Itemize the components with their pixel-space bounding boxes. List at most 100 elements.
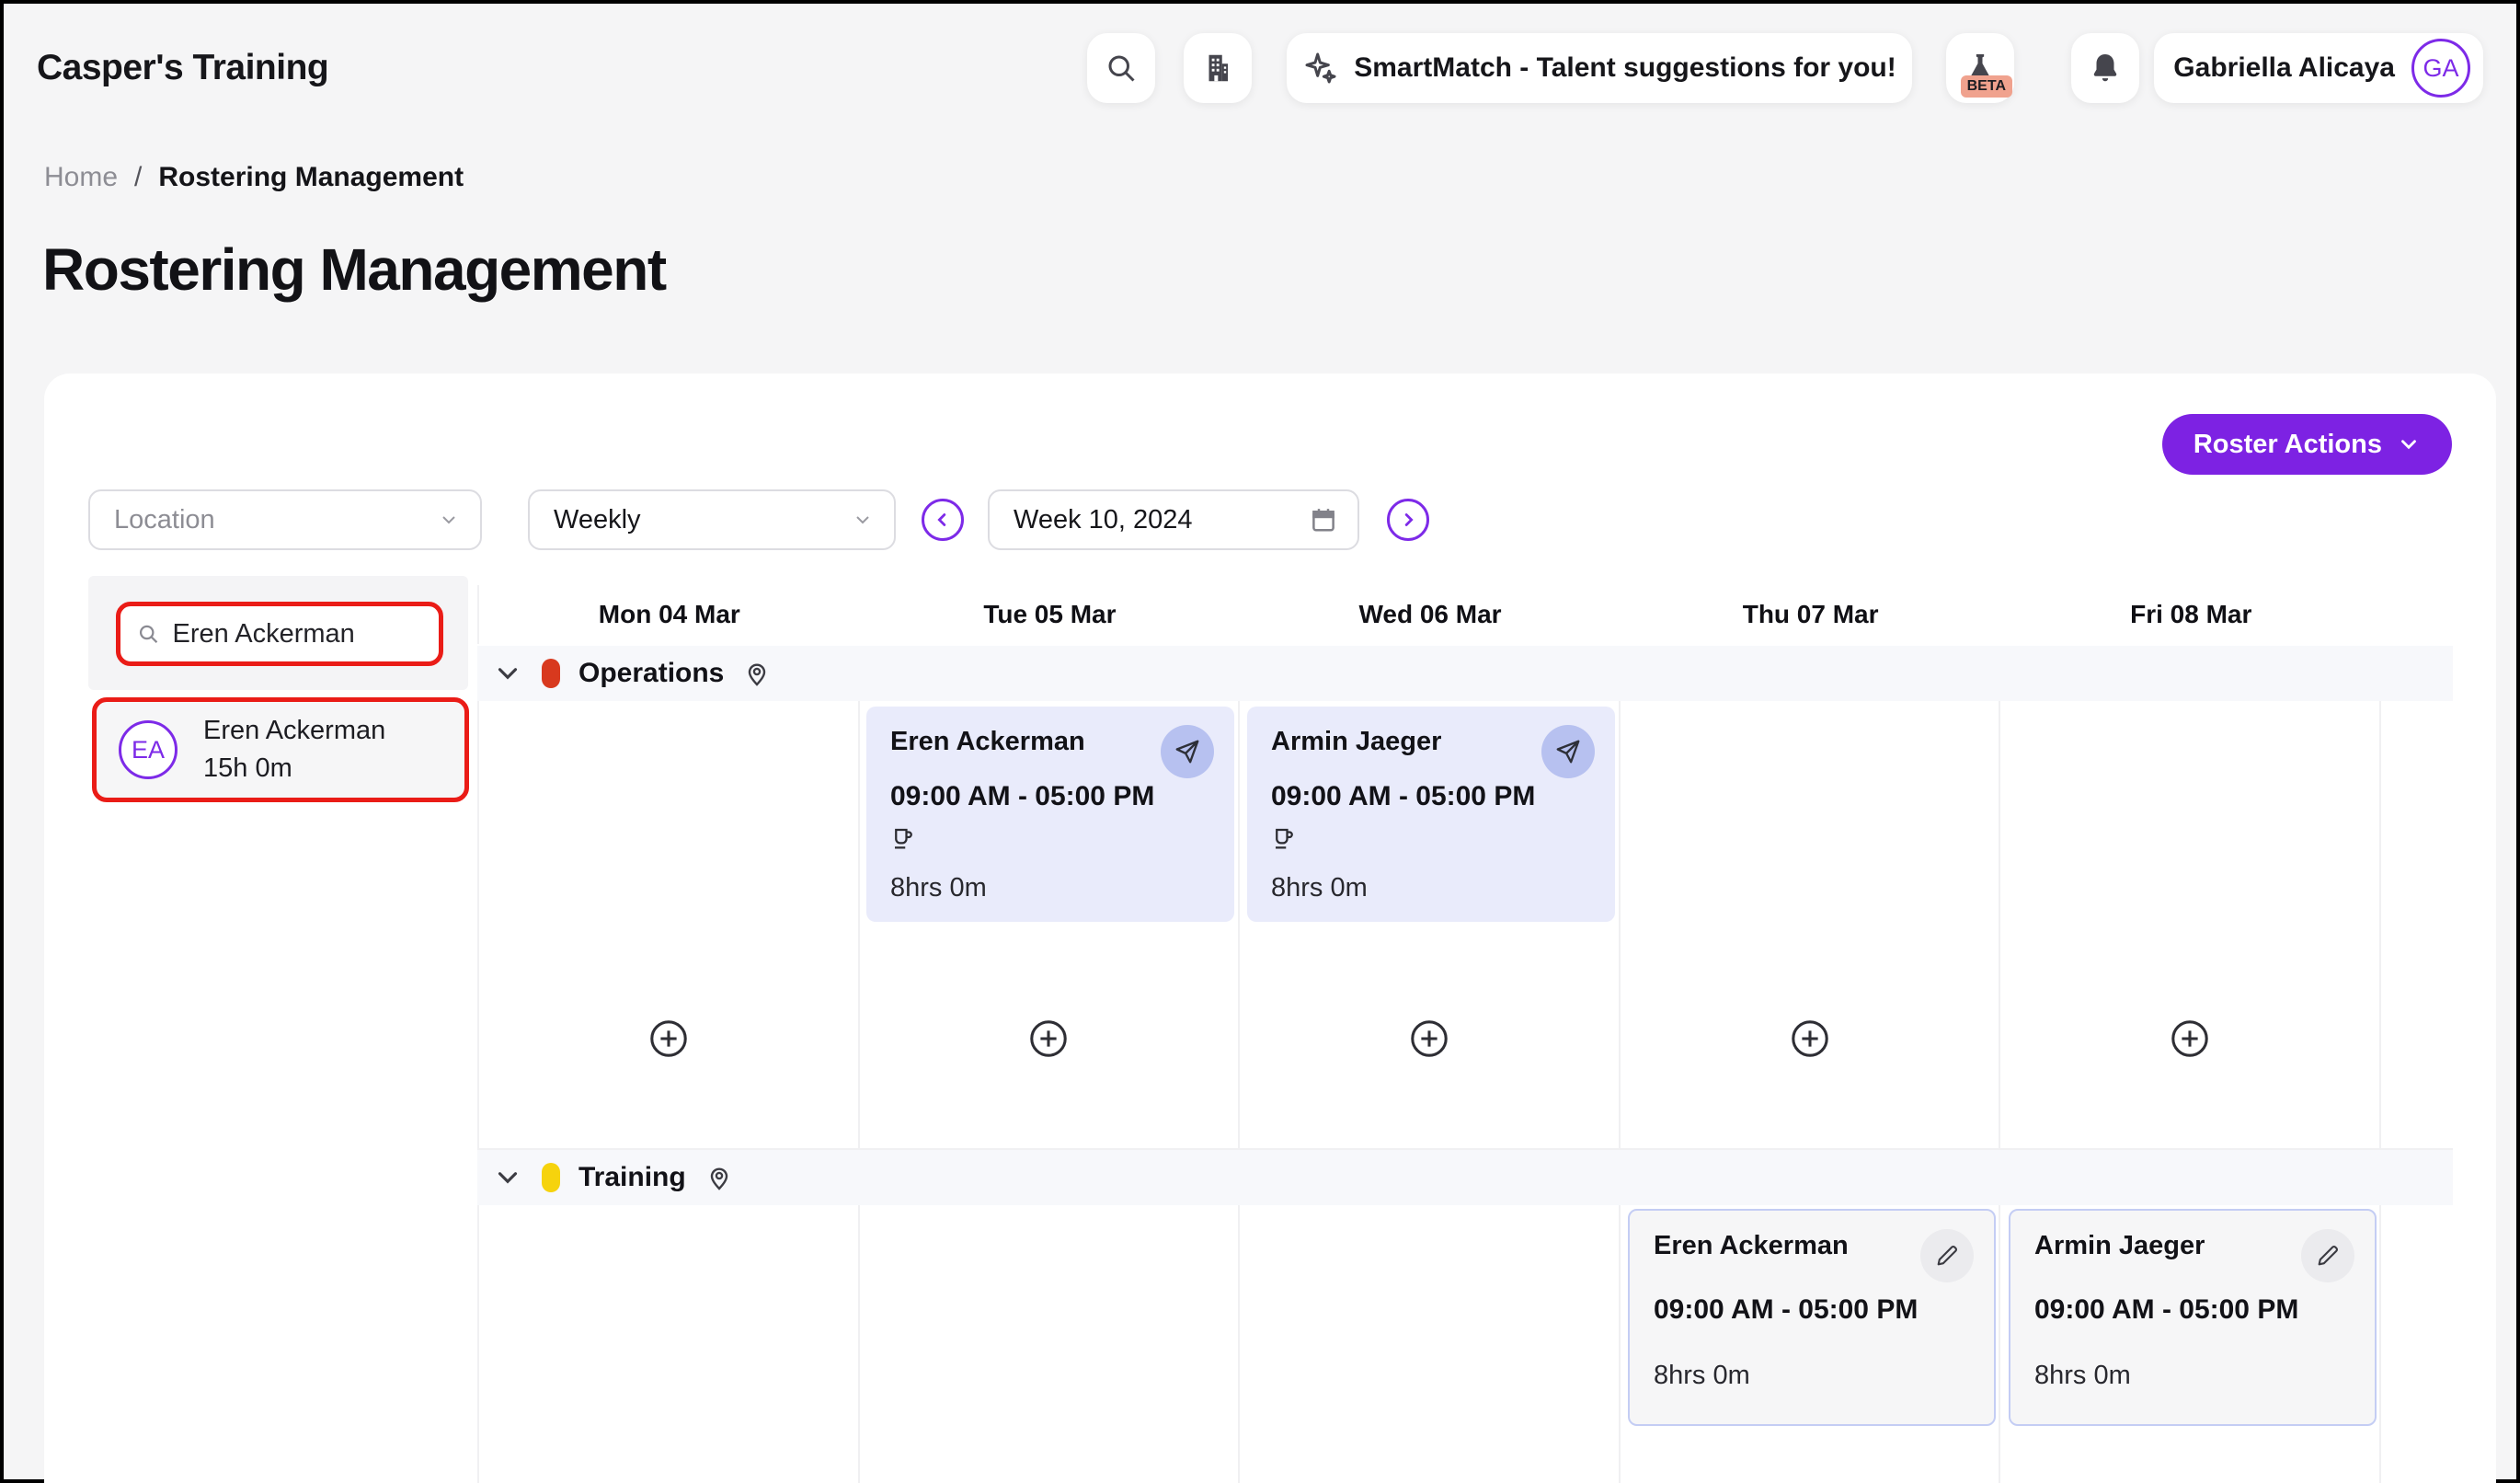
staff-search-input[interactable]: [173, 619, 422, 650]
add-shift-cell: [860, 929, 1241, 1150]
staff-info: Eren Ackerman 15h 0m: [203, 712, 385, 787]
breadcrumb-separator: /: [134, 162, 142, 193]
roster-actions-label: Roster Actions: [2194, 430, 2382, 460]
previous-week-button[interactable]: [922, 499, 964, 541]
edit-shift-button[interactable]: [1920, 1229, 1974, 1282]
location-select[interactable]: Location: [88, 489, 482, 550]
plus-circle-icon: [1789, 1017, 1831, 1060]
shift-cell: [1621, 701, 2001, 929]
day-header: Mon 04 Mar: [479, 585, 860, 644]
collapse-chevron-icon[interactable]: [492, 1162, 523, 1193]
shift-cell-stub: [2381, 701, 2453, 929]
empty-cell: [1621, 1435, 2001, 1483]
staff-avatar: EA: [119, 720, 178, 779]
notifications-button[interactable]: [2071, 33, 2139, 103]
page-title: Rostering Management: [42, 236, 666, 304]
roster-panel: Roster Actions Location Weekly Week 10, …: [44, 374, 2496, 1483]
break-coffee-icon: [890, 825, 918, 853]
empty-cell-stub: [2381, 1435, 2453, 1483]
breadcrumb-current: Rostering Management: [158, 162, 464, 193]
beta-badge: BETA: [1961, 75, 2012, 98]
staff-search-highlight: [116, 602, 443, 666]
shift-card[interactable]: Eren Ackerman 09:00 AM - 05:00 PM 8hrs 0…: [866, 707, 1234, 922]
publish-shift-button[interactable]: [1541, 725, 1595, 778]
plus-circle-icon: [1408, 1017, 1450, 1060]
operations-color-pill: [542, 659, 560, 688]
collapse-chevron-icon[interactable]: [492, 658, 523, 689]
section-title: Training: [578, 1162, 686, 1193]
chevron-down-icon: [438, 509, 460, 531]
send-icon: [1554, 738, 1582, 765]
shift-cell: [479, 701, 860, 929]
chevron-down-icon: [852, 509, 874, 531]
day-header: Tue 05 Mar: [860, 585, 1241, 644]
view-mode-select[interactable]: Weekly: [528, 489, 896, 550]
view-mode-value: Weekly: [554, 505, 641, 535]
edit-shift-button[interactable]: [2301, 1229, 2354, 1282]
smartmatch-button[interactable]: SmartMatch - Talent suggestions for you!: [1287, 33, 1912, 103]
section-header-operations: Operations: [477, 646, 2453, 701]
shift-card[interactable]: Armin Jaeger 09:00 AM - 05:00 PM 8hrs 0m: [1247, 707, 1615, 922]
shift-card[interactable]: Eren Ackerman 09:00 AM - 05:00 PM 8hrs 0…: [1628, 1209, 1996, 1426]
shift-cell: [1240, 1205, 1621, 1435]
section-header-training: Training: [477, 1150, 2453, 1205]
next-week-button[interactable]: [1387, 499, 1429, 541]
breadcrumb-home[interactable]: Home: [44, 162, 118, 193]
staff-name: Eren Ackerman: [203, 712, 385, 750]
add-shift-button[interactable]: [1027, 1017, 1070, 1060]
user-menu[interactable]: Gabriella Alicaya GA: [2154, 33, 2483, 103]
empty-cell: [479, 1435, 860, 1483]
plus-circle-icon: [2169, 1017, 2211, 1060]
chevron-left-icon: [933, 510, 953, 530]
sparkles-icon: [1302, 50, 1339, 86]
add-shift-cell: [1240, 929, 1621, 1150]
next-section-row: [477, 1435, 2453, 1483]
shift-time: 09:00 AM - 05:00 PM: [1654, 1294, 1970, 1326]
organization-button[interactable]: [1184, 33, 1252, 103]
add-shift-button[interactable]: [1789, 1017, 1831, 1060]
publish-shift-button[interactable]: [1161, 725, 1214, 778]
user-avatar: GA: [2411, 39, 2470, 98]
shift-duration: 8hrs 0m: [1271, 873, 1591, 903]
add-shift-button[interactable]: [647, 1017, 690, 1060]
empty-cell: [1240, 1435, 1621, 1483]
beta-lab-button[interactable]: BETA: [1946, 33, 2014, 103]
roster-actions-button[interactable]: Roster Actions: [2162, 414, 2452, 475]
breadcrumb: Home / Rostering Management: [44, 162, 464, 193]
search-icon: [137, 621, 160, 647]
empty-cell: [2000, 1435, 2381, 1483]
operations-shift-row: Eren Ackerman 09:00 AM - 05:00 PM 8hrs 0…: [477, 701, 2453, 929]
location-pin-icon: [704, 1163, 734, 1192]
shift-cell: [479, 1205, 860, 1435]
shift-duration: 8hrs 0m: [2034, 1361, 2351, 1391]
shift-time: 09:00 AM - 05:00 PM: [1271, 781, 1591, 812]
add-shift-cell: [1621, 929, 2001, 1150]
bell-icon: [2088, 51, 2123, 86]
add-shift-cell: [479, 929, 860, 1150]
shift-cell: [2000, 701, 2381, 929]
shift-cell: [860, 1205, 1241, 1435]
week-picker[interactable]: Week 10, 2024: [988, 489, 1359, 550]
add-shift-button[interactable]: [2169, 1017, 2211, 1060]
global-search-button[interactable]: [1087, 33, 1155, 103]
shift-card[interactable]: Armin Jaeger 09:00 AM - 05:00 PM 8hrs 0m: [2009, 1209, 2377, 1426]
shift-time: 09:00 AM - 05:00 PM: [890, 781, 1210, 812]
add-shift-button[interactable]: [1408, 1017, 1450, 1060]
app-logo: Casper's Training: [37, 48, 328, 88]
empty-cell: [860, 1435, 1241, 1483]
smartmatch-label: SmartMatch - Talent suggestions for you!: [1354, 52, 1896, 84]
chevron-right-icon: [1398, 510, 1418, 530]
day-header: Thu 07 Mar: [1621, 585, 2001, 644]
staff-result-card[interactable]: EA Eren Ackerman 15h 0m: [92, 697, 469, 802]
training-shift-row: Eren Ackerman 09:00 AM - 05:00 PM 8hrs 0…: [477, 1205, 2453, 1435]
calendar-icon: [1310, 506, 1337, 534]
pencil-icon: [2315, 1243, 2341, 1269]
plus-circle-icon: [647, 1017, 690, 1060]
plus-circle-icon: [1027, 1017, 1070, 1060]
search-icon: [1105, 52, 1138, 85]
section-title: Operations: [578, 658, 724, 689]
user-name: Gabriella Alicaya: [2173, 52, 2395, 84]
staff-hours: 15h 0m: [203, 750, 385, 787]
pencil-icon: [1934, 1243, 1960, 1269]
location-select-value: Location: [114, 505, 215, 535]
